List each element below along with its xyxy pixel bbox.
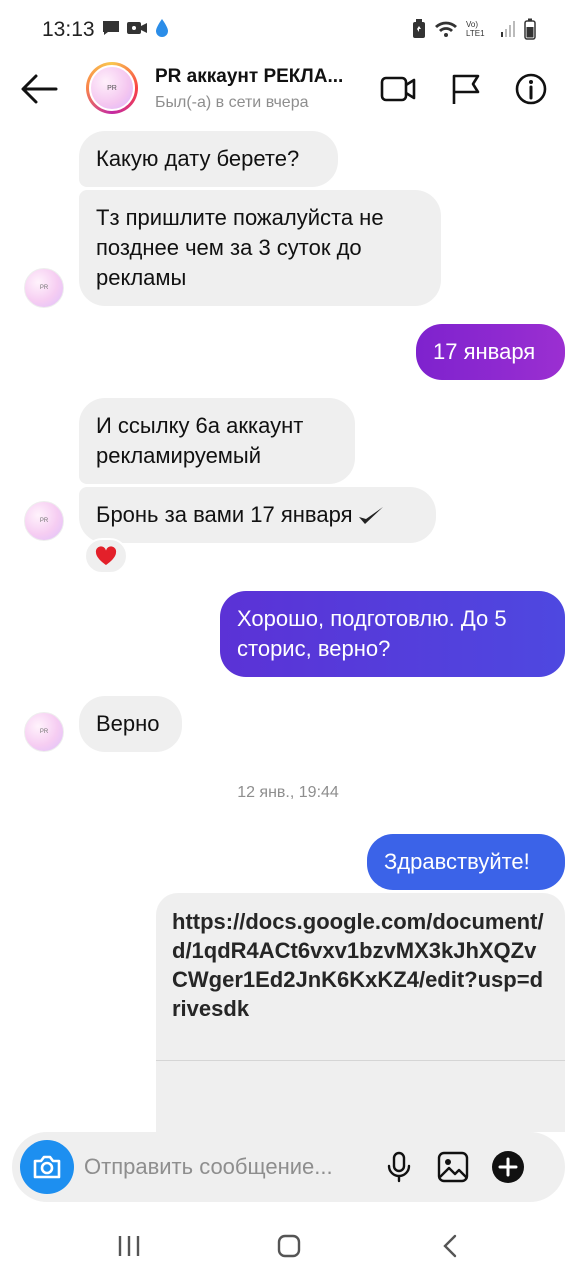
contact-name[interactable]: PR аккаунт РЕКЛА... (155, 66, 355, 88)
message-notification-icon (103, 21, 119, 35)
status-time: 13:13 (42, 18, 95, 41)
video-notification-icon (127, 22, 147, 34)
message-bubble-outgoing[interactable]: 17 января (416, 324, 565, 380)
message-bubble-outgoing[interactable]: Здравствуйте! (367, 834, 565, 890)
link-url[interactable]: https://docs.google.com/document/d/1qdR4… (156, 893, 565, 1023)
heart-icon (95, 546, 117, 565)
wifi-icon (435, 21, 457, 37)
message-thread[interactable]: Какую дату берете? Тз пришлите пожалуйст… (0, 120, 576, 1132)
sender-avatar[interactable]: PR (24, 712, 64, 752)
camera-button[interactable] (20, 1140, 74, 1194)
avatar-label: PR (89, 65, 135, 111)
battery-icon (524, 18, 536, 40)
gallery-icon[interactable] (436, 1150, 470, 1184)
back-arrow-icon[interactable] (20, 72, 58, 106)
signal-icon (501, 21, 515, 37)
camera-icon (33, 1155, 61, 1179)
battery-saver-icon (413, 19, 425, 38)
last-seen-status: Был(-а) в сети вчера (155, 94, 309, 111)
status-bar: 13:13 Vo) LTE1 (0, 0, 576, 60)
flag-icon[interactable] (448, 72, 484, 106)
message-bubble-incoming[interactable]: Тз пришлите пожалуйста не позднее чем за… (79, 190, 441, 306)
chat-header: PR PR аккаунт РЕКЛА... Был(-а) в сети вч… (0, 58, 576, 120)
water-drop-icon (156, 19, 168, 37)
home-icon[interactable] (274, 1232, 304, 1260)
sender-avatar[interactable]: PR (24, 268, 64, 308)
reaction-badge[interactable] (84, 538, 128, 574)
message-timestamp: 12 янв., 19:44 (237, 784, 339, 801)
microphone-icon[interactable] (382, 1150, 416, 1184)
system-icons: Vo) LTE1 (412, 18, 536, 40)
link-preview-divider (156, 1060, 565, 1061)
recent-apps-icon[interactable] (114, 1232, 144, 1260)
info-icon[interactable] (513, 72, 549, 106)
notification-icons (102, 18, 170, 38)
contact-avatar[interactable]: PR (86, 62, 138, 114)
message-bubble-incoming[interactable]: Какую дату берете? (79, 131, 338, 187)
message-bubble-outgoing[interactable]: Хорошо, подготовлю. До 5 сторис, верно? (220, 591, 565, 677)
message-bubble-incoming[interactable]: Бронь за вами 17 января (79, 487, 436, 543)
message-bubble-incoming[interactable]: И ссылку 6а аккаунт рекламируемый (79, 398, 355, 484)
video-call-icon[interactable] (380, 72, 416, 106)
checkmark-icon (358, 507, 383, 525)
network-label: Vo) LTE1 (466, 20, 485, 38)
message-composer (12, 1132, 565, 1202)
plus-icon[interactable] (491, 1150, 525, 1184)
message-text: Бронь за вами 17 января (96, 502, 353, 527)
sender-avatar[interactable]: PR (24, 501, 64, 541)
nav-back-icon[interactable] (436, 1232, 466, 1260)
system-navigation-bar (0, 1210, 576, 1280)
message-bubble-incoming[interactable]: Верно (79, 696, 182, 752)
link-preview-bubble[interactable]: https://docs.google.com/document/d/1qdR4… (156, 893, 565, 1132)
message-input[interactable] (84, 1150, 374, 1184)
